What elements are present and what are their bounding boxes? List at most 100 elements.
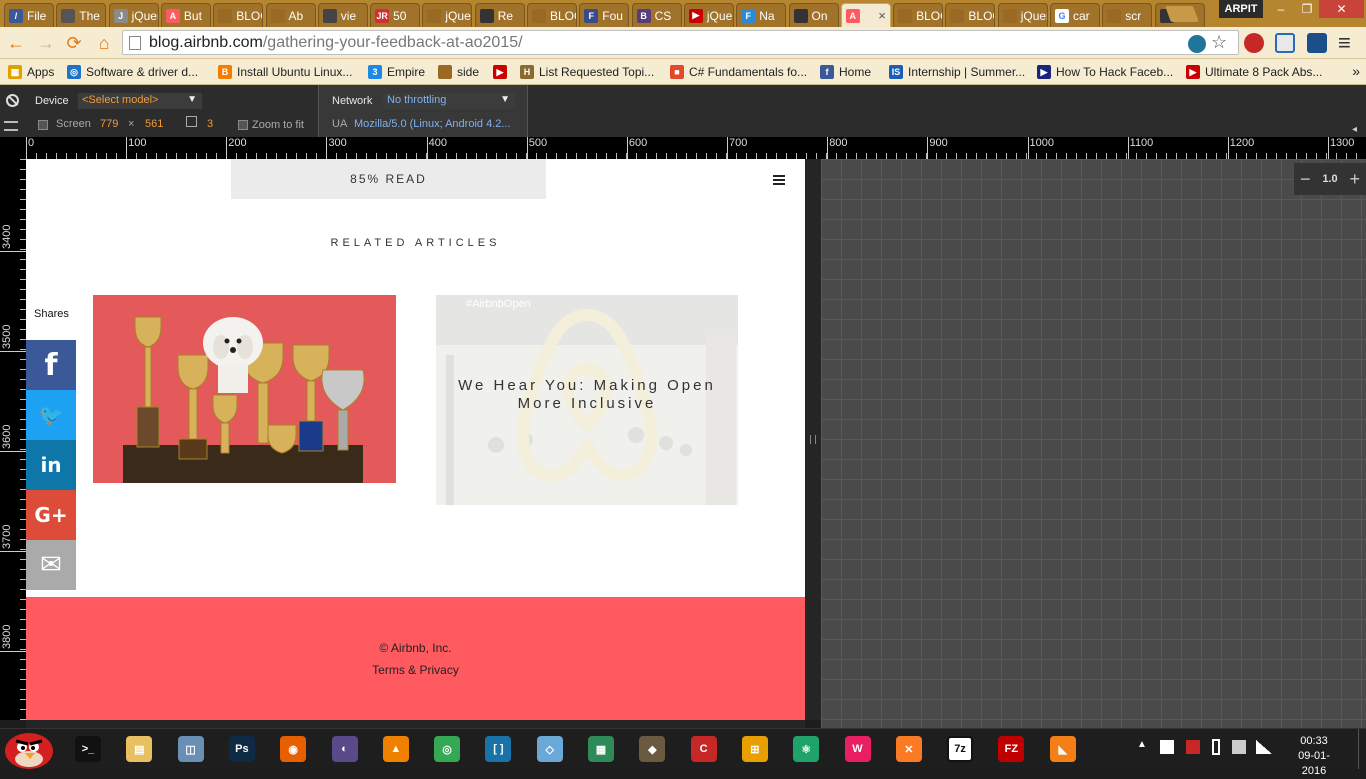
- bookmark-item[interactable]: ▶ Ultimate 8 Pack Abs...: [1186, 63, 1322, 81]
- browser-tab[interactable]: On: [788, 3, 839, 27]
- chrome-menu-icon[interactable]: ≡: [1338, 30, 1351, 56]
- browser-tab[interactable]: BLOG: [893, 3, 944, 27]
- minimize-button[interactable]: –: [1267, 0, 1295, 18]
- download-icon[interactable]: [1307, 33, 1327, 53]
- wordpress-icon[interactable]: [1188, 35, 1206, 53]
- tab-close-icon[interactable]: ×: [878, 8, 886, 23]
- new-tab-button[interactable]: [1165, 6, 1199, 22]
- bookmarks-overflow-button[interactable]: »: [1352, 63, 1360, 79]
- browser-tab[interactable]: ▶jQuery: [683, 3, 734, 27]
- taskbar-wampserver-button[interactable]: W: [841, 732, 875, 766]
- bookmark-item[interactable]: ▶ How To Hack Faceb...: [1037, 63, 1173, 81]
- taskbar-gimp-button[interactable]: ◆: [635, 732, 669, 766]
- browser-tab[interactable]: jQuery: [422, 3, 473, 27]
- share-linkedin-button[interactable]: in: [26, 440, 76, 490]
- browser-tab[interactable]: The: [56, 3, 107, 27]
- toggle-toolbar-icon[interactable]: [4, 121, 18, 131]
- browser-tab[interactable]: B CS: [631, 3, 682, 27]
- close-window-button[interactable]: ✕: [1319, 0, 1364, 18]
- viewport-resize-handle[interactable]: [805, 159, 821, 720]
- wifi-signal-icon[interactable]: [1256, 740, 1272, 754]
- taskbar-sublime-button[interactable]: ◣: [1046, 732, 1080, 766]
- bookmark-item[interactable]: IS Internship | Summer...: [889, 63, 1025, 81]
- maximize-button[interactable]: ❐: [1295, 0, 1319, 18]
- browser-tab[interactable]: F Fou: [579, 3, 630, 27]
- screen-checkbox[interactable]: [38, 120, 48, 130]
- show-hidden-icons-button[interactable]: ▲: [1137, 739, 1147, 750]
- zoom-out-button[interactable]: −: [1300, 169, 1311, 190]
- taskbar-cmd-button[interactable]: >_: [71, 732, 105, 766]
- browser-tab[interactable]: BLOG: [527, 3, 577, 27]
- browser-tab[interactable]: Ab: [265, 3, 316, 27]
- related-article-title[interactable]: We Hear You: Making Open More Inclusive: [436, 377, 738, 413]
- screen-width-input[interactable]: 779: [100, 118, 118, 130]
- taskbar-firefox-button[interactable]: ◉: [276, 732, 310, 766]
- screen-capture-icon[interactable]: [1275, 33, 1295, 53]
- share-facebook-button[interactable]: f: [26, 340, 76, 390]
- clock[interactable]: 00:33 09-01-2016: [1288, 734, 1340, 779]
- browser-tab[interactable]: jQuery: [997, 3, 1048, 27]
- volume-muted-icon[interactable]: [1232, 740, 1246, 754]
- browser-tab[interactable]: vie: [317, 3, 368, 27]
- bookmark-star-icon[interactable]: ☆: [1211, 32, 1227, 53]
- taskbar-file-explorer-button[interactable]: ▤: [122, 732, 156, 766]
- home-button[interactable]: ⌂: [92, 31, 116, 55]
- browser-tab[interactable]: Gcar: [1050, 3, 1100, 27]
- bookmark-item[interactable]: 3 Empire: [368, 63, 425, 81]
- taskbar-atom-button[interactable]: ⚛: [789, 732, 823, 766]
- disable-device-mode-icon[interactable]: [6, 94, 19, 107]
- taskbar-vlc-button[interactable]: ▲: [379, 732, 413, 766]
- forward-button[interactable]: →: [34, 31, 58, 55]
- device-pixel-ratio-input[interactable]: 3: [207, 118, 213, 130]
- hamburger-menu-icon[interactable]: [773, 175, 785, 185]
- back-button[interactable]: ←: [4, 31, 28, 55]
- related-article-card-trophies[interactable]: [93, 295, 396, 483]
- browser-tab[interactable]: BLOG: [945, 3, 996, 27]
- bookmark-item[interactable]: ▦ Apps: [8, 63, 54, 81]
- browser-tab[interactable]: A But: [160, 3, 211, 27]
- share-twitter-button[interactable]: 🐦: [26, 390, 76, 440]
- bookmark-item[interactable]: f Home: [820, 63, 871, 81]
- taskbar-7zip-button[interactable]: 7z: [943, 732, 977, 766]
- browser-tab[interactable]: scr: [1102, 3, 1153, 27]
- related-article-card-open[interactable]: #AirbnbOpen We Hear You: Making Open Mor…: [436, 295, 738, 505]
- browser-tab[interactable]: Re: [474, 3, 525, 27]
- profile-button[interactable]: ARPIT: [1219, 0, 1263, 18]
- adblock-icon[interactable]: [1244, 33, 1264, 53]
- taskbar-photoshop-button[interactable]: Ps: [225, 732, 259, 766]
- share-google-plus-button[interactable]: G+: [26, 490, 76, 540]
- screen-height-input[interactable]: 561: [145, 118, 163, 130]
- bookmark-item[interactable]: H List Requested Topi...: [520, 63, 654, 81]
- start-button[interactable]: [2, 723, 56, 769]
- taskbar-chrome-button[interactable]: ◎: [430, 732, 464, 766]
- browser-tab[interactable]: JjQuery: [108, 3, 159, 27]
- user-agent-input[interactable]: Mozilla/5.0 (Linux; Android 4.2...: [354, 118, 511, 130]
- bookmark-item[interactable]: ◎ Software & driver d...: [67, 63, 198, 81]
- browser-tab[interactable]: / File: [4, 3, 54, 27]
- reload-button[interactable]: ⟳: [62, 31, 86, 55]
- taskbar-brackets-button[interactable]: [ ]: [481, 732, 515, 766]
- show-desktop-button[interactable]: [1358, 729, 1366, 769]
- bookmark-item[interactable]: ▶: [493, 63, 512, 81]
- zoom-to-fit-checkbox[interactable]: [238, 120, 248, 130]
- taskbar-excel-button[interactable]: ▦: [584, 732, 618, 766]
- taskbar-control-panel-button[interactable]: ◫: [174, 732, 208, 766]
- taskbar-xampp-button[interactable]: ✕: [892, 732, 926, 766]
- scroll-right-icon[interactable]: ◂: [1352, 124, 1362, 135]
- browser-tab[interactable]: BLOG: [213, 3, 264, 27]
- share-email-button[interactable]: ✉: [26, 540, 76, 590]
- address-bar[interactable]: blog.airbnb.com/gathering-your-feedback-…: [122, 30, 1239, 55]
- browser-tab[interactable]: F Na: [736, 3, 787, 27]
- taskbar-eclipse-button[interactable]: ◐: [328, 732, 362, 766]
- zoom-in-button[interactable]: +: [1350, 169, 1361, 190]
- browser-tab[interactable]: JR 50: [370, 3, 421, 27]
- taskbar-notepad-button[interactable]: ◇: [533, 732, 567, 766]
- taskbar-filezilla-button[interactable]: FZ: [994, 732, 1028, 766]
- battery-icon[interactable]: [1212, 739, 1220, 755]
- viewport-bottom-resize-handle[interactable]: [26, 720, 805, 728]
- taskbar-ccleaner-button[interactable]: C: [687, 732, 721, 766]
- network-error-icon[interactable]: [1186, 740, 1200, 754]
- windows-flag-icon[interactable]: [1160, 740, 1174, 754]
- taskbar-office-button[interactable]: ⊞: [738, 732, 772, 766]
- device-select[interactable]: <Select model> ▼: [78, 93, 202, 109]
